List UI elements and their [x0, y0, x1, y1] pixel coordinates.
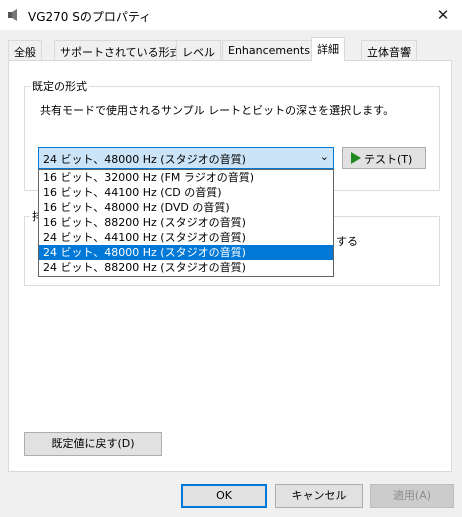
tab-spatial-sound[interactable]: 立体音響: [361, 40, 417, 60]
play-icon: [351, 152, 361, 164]
format-option[interactable]: 16 ビット、44100 Hz (CD の音質): [39, 185, 333, 200]
apply-button: 適用(A): [370, 484, 454, 508]
format-option[interactable]: 16 ビット、32000 Hz (FM ラジオの音質): [39, 170, 333, 185]
format-option[interactable]: 24 ビット、44100 Hz (スタジオの音質): [39, 230, 333, 245]
tab-enhancements[interactable]: Enhancements: [222, 40, 316, 60]
window-title: VG270 Sのプロパティ: [28, 10, 152, 24]
speaker-app-icon: [8, 9, 20, 21]
test-button[interactable]: テスト(T): [342, 147, 426, 169]
format-option[interactable]: 24 ビット、88200 Hz (スタジオの音質): [39, 260, 333, 275]
tab-levels[interactable]: レベル: [176, 40, 221, 60]
close-button[interactable]: ✕: [432, 5, 454, 25]
tab-general[interactable]: 全般: [8, 40, 42, 60]
format-dropdown-list: 16 ビット、32000 Hz (FM ラジオの音質) 16 ビット、44100…: [38, 169, 334, 277]
tab-advanced[interactable]: 詳細: [311, 37, 345, 61]
restore-defaults-button[interactable]: 既定値に戻す(D): [24, 432, 162, 456]
cancel-button[interactable]: キャンセル: [275, 484, 363, 508]
default-format-description: 共有モードで使用されるサンプル レートとビットの深さを選択します。: [40, 104, 395, 117]
format-dropdown-value: 24 ビット、48000 Hz (スタジオの音質): [43, 153, 246, 166]
test-button-label: テスト(T): [364, 153, 413, 166]
format-option-selected[interactable]: 24 ビット、48000 Hz (スタジオの音質): [39, 245, 333, 260]
format-dropdown[interactable]: 24 ビット、48000 Hz (スタジオの音質) ⌄: [38, 147, 334, 169]
default-format-group-label: 既定の形式: [30, 78, 89, 94]
tab-supported-formats[interactable]: サポートされている形式: [54, 40, 187, 60]
format-option[interactable]: 16 ビット、48000 Hz (DVD の音質): [39, 200, 333, 215]
exclusive-mode-option-text: する: [336, 235, 358, 248]
ok-button[interactable]: OK: [181, 484, 267, 508]
format-option[interactable]: 16 ビット、88200 Hz (スタジオの音質): [39, 215, 333, 230]
chevron-down-icon: ⌄: [319, 150, 329, 163]
